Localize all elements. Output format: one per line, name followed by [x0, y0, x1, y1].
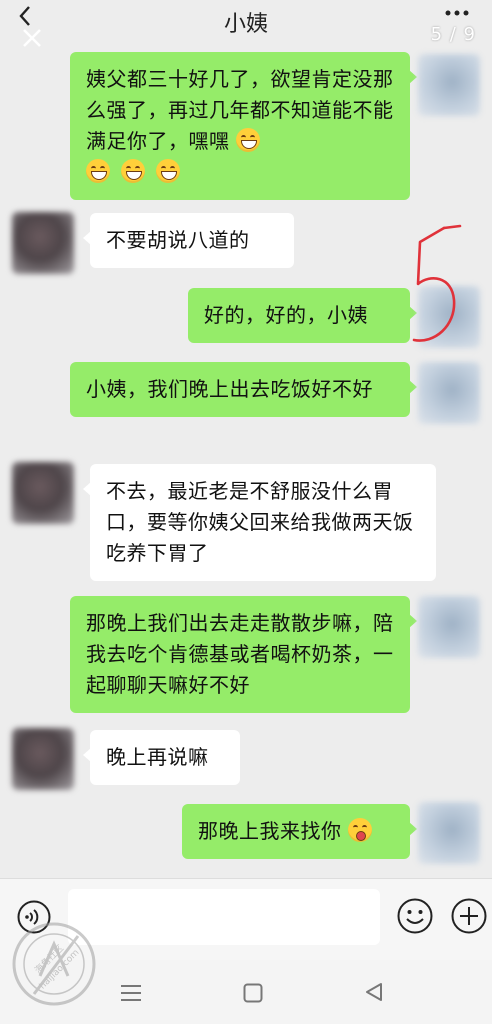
chat-message-list[interactable]: 姨父都三十好几了，欲望肯定没那么强了，再过几年都不知道能不能满足你了，嘿嘿 不要… — [0, 48, 492, 878]
triangle-back-icon[interactable] — [362, 980, 386, 1004]
avatar-contact[interactable] — [12, 462, 74, 524]
message-bubble-received[interactable]: 不要胡说八道的 — [83, 213, 294, 268]
message-bubble-sent[interactable]: 小姨，我们晚上出去吃饭好不好 — [70, 362, 417, 417]
avatar-self[interactable] — [418, 362, 480, 424]
message-text: 小姨，我们晚上出去吃饭好不好 — [86, 377, 373, 401]
chat-title: 小姨 — [223, 12, 268, 37]
menu-icon[interactable] — [118, 982, 144, 1004]
handwritten-5-annotation — [412, 224, 462, 342]
watermark-logo: 海角社区 haijiao.com — [12, 922, 96, 1006]
home-square-icon[interactable] — [242, 982, 264, 1004]
grin-emoji-icon — [86, 159, 110, 183]
avatar-self[interactable] — [418, 596, 480, 658]
image-page-counter: 5 / 9 — [430, 24, 476, 45]
message-text: 那晚上我来找你 — [198, 819, 342, 843]
smiley-icon[interactable] — [396, 897, 434, 935]
message-bubble-received[interactable]: 不去，最近老是不舒服没什么胃口，要等你姨父回来给我做两天饭吃养下胃了 — [83, 464, 436, 581]
message-bubble-sent[interactable]: 好的，好的，小姨 — [188, 288, 417, 343]
message-bubble-sent[interactable]: 那晚上我们出去走走散散步嘛，陪我去吃个肯德基或者喝杯奶茶，一起聊聊天嘛好不好 — [70, 596, 417, 713]
message-text: 晚上再说嘛 — [106, 745, 209, 769]
message-bubble-sent[interactable]: 姨父都三十好几了，欲望肯定没那么强了，再过几年都不知道能不能满足你了，嘿嘿 — [70, 52, 417, 200]
avatar-contact[interactable] — [12, 212, 74, 274]
avatar-contact[interactable] — [12, 728, 74, 790]
message-text: 不要胡说八道的 — [106, 228, 250, 252]
avatar-self[interactable] — [418, 54, 480, 116]
grin-emoji-icon — [155, 159, 180, 183]
message-input[interactable] — [68, 889, 380, 945]
message-text: 不去，最近老是不舒服没什么胃口，要等你姨父回来给我做两天饭吃养下胃了 — [106, 479, 414, 565]
grin-emoji-icon — [120, 159, 145, 183]
more-dots-icon[interactable] — [444, 6, 470, 20]
message-text: 那晚上我们出去走走散散步嘛，陪我去吃个肯德基或者喝杯奶茶，一起聊聊天嘛好不好 — [86, 611, 394, 697]
chat-header: 小姨 5 / 9 — [0, 0, 492, 48]
plus-icon[interactable] — [450, 897, 488, 935]
message-bubble-received[interactable]: 晚上再说嘛 — [83, 730, 240, 785]
message-text: 好的，好的，小姨 — [204, 303, 368, 327]
message-bubble-sent[interactable]: 那晚上我来找你 — [182, 804, 417, 859]
grin-emoji-icon — [236, 128, 261, 152]
wink-emoji-icon — [348, 818, 373, 842]
avatar-self[interactable] — [418, 802, 480, 864]
